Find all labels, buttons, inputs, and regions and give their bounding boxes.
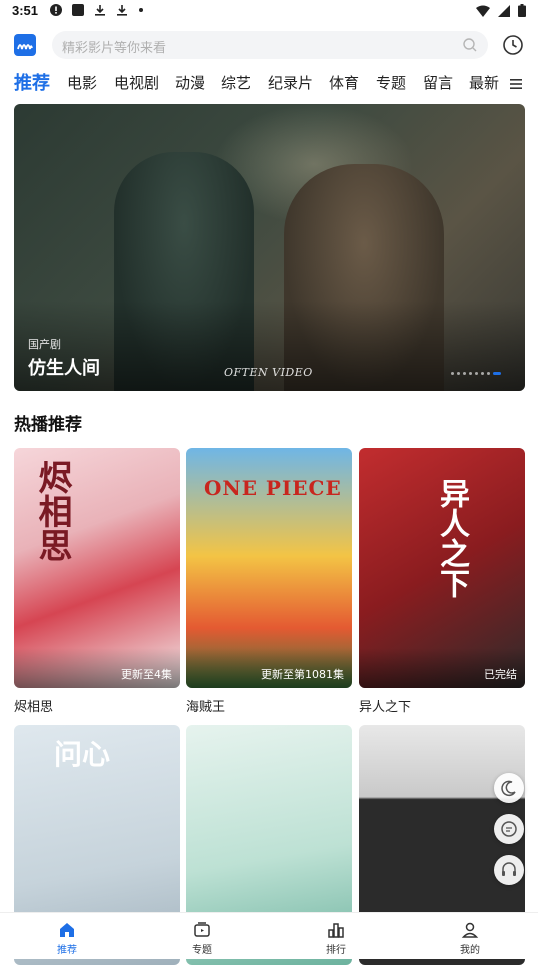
home-icon <box>60 923 74 937</box>
banner-tag: 国产剧 <box>28 338 61 351</box>
status-notifications <box>50 4 144 16</box>
card-title: 异人之下 <box>359 700 412 715</box>
download-icon <box>117 5 127 16</box>
top-bar: 精彩影片等你来看 <box>0 22 538 68</box>
wifi-icon <box>476 5 490 17</box>
nav-label: 我的 <box>460 945 480 956</box>
tab-recommend[interactable]: 推荐 <box>14 69 50 95</box>
chat-icon <box>501 821 517 837</box>
featured-banner[interactable]: 国产剧 仿生人间 OFTEN VIDEO <box>14 104 525 391</box>
tab-variety[interactable]: 综艺 <box>221 72 251 93</box>
pagination-dot-active[interactable] <box>493 372 501 375</box>
banner-pagination <box>451 372 501 375</box>
tab-latest[interactable]: 最新 <box>469 72 499 93</box>
tab-movie[interactable]: 电影 <box>67 72 97 93</box>
poster-text: 异人之下 <box>434 478 469 598</box>
banner-watermark: OFTEN VIDEO <box>224 366 313 379</box>
poster: 异人之下 已完结 <box>359 448 525 688</box>
tab-tv-series[interactable]: 电视剧 <box>114 72 159 93</box>
nav-label: 推荐 <box>57 945 77 956</box>
nav-recommend[interactable]: 推荐 <box>0 913 134 959</box>
search-icon[interactable] <box>462 37 478 53</box>
episode-badge: 更新至4集 <box>121 668 172 681</box>
dark-mode-button[interactable] <box>494 773 524 803</box>
poster-text: 烬相思 <box>32 460 72 562</box>
section-title: 热播推荐 <box>14 415 82 435</box>
nav-label: 排行 <box>326 945 346 956</box>
category-tabs: 推荐 电影 电视剧 动漫 综艺 纪录片 体育 专题 留言 最新 <box>0 68 538 100</box>
nav-profile[interactable]: 我的 <box>403 913 537 959</box>
poster-text: 问心 <box>54 738 111 771</box>
bottom-navigation: 推荐 专题 排行 我的 <box>0 912 538 959</box>
status-badge: 已完结 <box>484 668 517 681</box>
poster: 烬相思 更新至4集 <box>14 448 180 688</box>
nav-ranking[interactable]: 排行 <box>269 913 403 959</box>
alert-icon <box>50 4 62 16</box>
comment-button[interactable] <box>494 814 524 844</box>
battery-icon <box>518 4 526 17</box>
download-icon <box>95 5 105 16</box>
pagination-dot[interactable] <box>475 372 478 375</box>
menu-icon[interactable] <box>508 76 524 92</box>
app-logo[interactable] <box>14 34 36 56</box>
support-button[interactable] <box>494 855 524 885</box>
card-title: 海贼王 <box>186 700 226 715</box>
poster: ONE PIECE 更新至第1081集 <box>186 448 352 688</box>
profile-icon <box>461 922 479 938</box>
rank-icon <box>328 923 344 938</box>
pagination-dot[interactable] <box>463 372 466 375</box>
search-bar[interactable]: 精彩影片等你来看 <box>52 31 488 59</box>
poster-text: ONE PIECE <box>204 476 342 500</box>
card-title: 烬相思 <box>14 700 54 715</box>
pagination-dot[interactable] <box>487 372 490 375</box>
history-clock-icon[interactable] <box>502 34 524 56</box>
signal-icon <box>498 4 510 17</box>
pagination-dot[interactable] <box>469 372 472 375</box>
more-dot-icon <box>139 8 143 12</box>
nav-topics[interactable]: 专题 <box>135 913 269 959</box>
headset-icon <box>502 862 516 876</box>
tab-sports[interactable]: 体育 <box>329 72 359 93</box>
tab-messages[interactable]: 留言 <box>423 72 453 93</box>
topic-icon <box>194 922 210 937</box>
status-system <box>476 4 526 17</box>
pagination-dot[interactable] <box>481 372 484 375</box>
status-bar: 3:51 <box>0 0 538 22</box>
pagination-dot[interactable] <box>457 372 460 375</box>
search-placeholder: 精彩影片等你来看 <box>62 41 167 56</box>
episode-badge: 更新至第1081集 <box>261 668 344 681</box>
nav-label: 专题 <box>192 945 212 956</box>
logo-icon <box>17 44 33 50</box>
tab-documentary[interactable]: 纪录片 <box>268 72 313 93</box>
tab-anime[interactable]: 动漫 <box>175 72 205 93</box>
tab-topics[interactable]: 专题 <box>376 72 406 93</box>
banner-title: 仿生人间 <box>28 358 100 379</box>
pagination-dot[interactable] <box>451 372 454 375</box>
status-time: 3:51 <box>12 3 39 18</box>
moon-icon <box>501 780 516 797</box>
app-notification-icon <box>72 4 84 16</box>
